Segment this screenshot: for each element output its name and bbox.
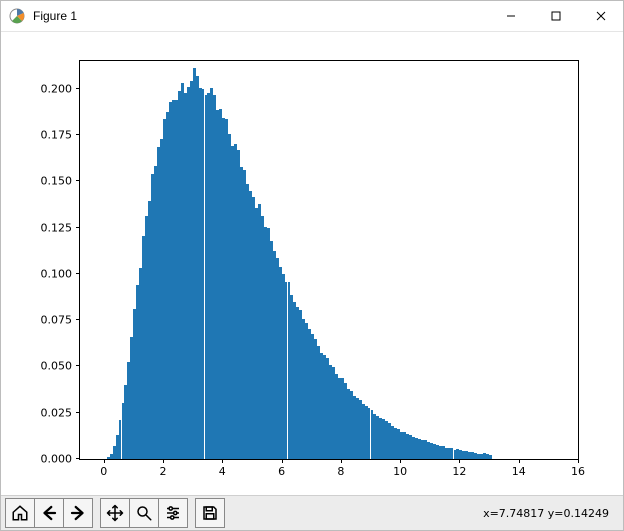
histogram-bars	[80, 61, 578, 459]
coord-readout: x=7.74817 y=0.14249	[483, 507, 619, 520]
y-tick-mark	[76, 412, 80, 413]
x-tick-mark	[282, 459, 283, 463]
matplotlib-icon	[9, 8, 25, 24]
home-button[interactable]	[5, 498, 35, 528]
zoom-button[interactable]	[129, 498, 159, 528]
y-tick-mark	[76, 227, 80, 228]
y-tick-label: 0.000	[41, 453, 81, 466]
x-tick-mark	[222, 459, 223, 463]
forward-button[interactable]	[63, 498, 93, 528]
histogram-bar	[489, 455, 492, 459]
x-tick-mark	[519, 459, 520, 463]
y-tick-label: 0.025	[41, 406, 81, 419]
y-tick-mark	[76, 88, 80, 89]
x-tick-mark	[341, 459, 342, 463]
plot-canvas[interactable]: 0.000 0.025 0.050 0.075 0.100 0.125 0.150 0.175…	[1, 32, 623, 495]
y-tick-mark	[76, 365, 80, 366]
titlebar: Figure 1	[1, 1, 623, 32]
save-button[interactable]	[195, 498, 225, 528]
x-tick-mark	[459, 459, 460, 463]
back-button[interactable]	[34, 498, 64, 528]
y-tick-mark	[76, 458, 80, 459]
y-tick-label: 0.175	[41, 129, 81, 142]
y-tick-label: 0.100	[41, 267, 81, 280]
y-tick-label: 0.150	[41, 175, 81, 188]
x-tick-mark	[104, 459, 105, 463]
y-tick-label: 0.075	[41, 314, 81, 327]
configure-subplots-button[interactable]	[158, 498, 188, 528]
axes-frame: 0.0000.0250.0500.0750.1000.1250.1500.175…	[79, 60, 579, 460]
figure-window: Figure 1 0.000 0.025 0.050 0.075 0.100 0.125 0…	[0, 0, 624, 531]
x-tick-mark	[578, 459, 579, 463]
close-button[interactable]	[578, 1, 623, 31]
x-tick-mark	[400, 459, 401, 463]
y-tick-mark	[76, 134, 80, 135]
y-tick-label: 0.050	[41, 360, 81, 373]
y-tick-mark	[76, 273, 80, 274]
nav-toolbar: x=7.74817 y=0.14249	[1, 495, 623, 530]
y-tick-label: 0.125	[41, 221, 81, 234]
maximize-button[interactable]	[533, 1, 578, 31]
y-tick-mark	[76, 319, 80, 320]
window-title: Figure 1	[31, 9, 488, 23]
x-tick-mark	[163, 459, 164, 463]
pan-button[interactable]	[100, 498, 130, 528]
y-tick-mark	[76, 180, 80, 181]
minimize-button[interactable]	[488, 1, 533, 31]
y-tick-label: 0.200	[41, 82, 81, 95]
